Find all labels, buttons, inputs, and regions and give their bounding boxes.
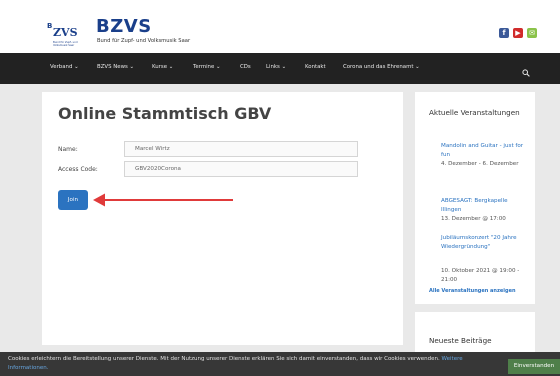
event-link-mandolin[interactable]: Mandolin and Guitar - just for fun: [441, 142, 529, 160]
event-link-bergkapelle[interactable]: ABGESAGT: Bergkapelle Illingen: [441, 197, 529, 215]
chevron-down-icon: ⌄: [168, 64, 174, 70]
cookie-banner: Cookies erleichtern die Bereitstellung u…: [0, 352, 560, 376]
chevron-down-icon: ⌄: [129, 64, 135, 70]
recent-posts-heading: Neueste Beiträge: [429, 336, 492, 345]
chevron-down-icon: ⌄: [281, 64, 287, 70]
all-events-link[interactable]: Alle Veranstaltungen anzeigen: [429, 288, 516, 294]
pointer-arrow-icon: [93, 193, 233, 207]
cookie-message: Cookies erleichtern die Bereitstellung u…: [8, 356, 463, 371]
event-link-jubilaeum[interactable]: Jubiläumskonzert "20 Jahre Wiedergründun…: [441, 234, 529, 252]
facebook-icon[interactable]: f: [499, 28, 509, 38]
nav-item-news[interactable]: BZVS News ⌄: [97, 64, 134, 70]
chevron-down-icon: ⌄: [74, 64, 79, 70]
chevron-down-icon: ⌄: [415, 64, 420, 70]
site-title[interactable]: BZVS: [96, 16, 152, 37]
chevron-down-icon: ⌄: [216, 64, 221, 70]
nav-item-kontakt[interactable]: Kontakt: [305, 64, 326, 70]
main-content-card: [42, 92, 403, 345]
nav-item-cds[interactable]: CDs: [240, 64, 251, 70]
page-title: Online Stammtisch GBV: [58, 104, 272, 123]
site-header: B ZVS Bund für Zupf- und Volksmusik Saar…: [0, 0, 560, 53]
logo-text: ZVS: [53, 26, 78, 39]
event-date-jubilaeum: 10. Oktober 2021 @ 19:00 - 21:00: [441, 268, 520, 283]
search-icon[interactable]: [522, 62, 530, 81]
name-label: Name:: [58, 146, 78, 153]
event-date-bergkapelle: 13. Dezember @ 17:00: [441, 216, 506, 222]
nav-item-corona[interactable]: Corona und das Ehrenamt ⌄: [343, 64, 420, 70]
join-button[interactable]: Join: [58, 190, 88, 210]
nav-item-kurse[interactable]: Kurse ⌄: [152, 64, 173, 70]
site-logo[interactable]: B ZVS Bund für Zupf- und Volksmusik Saar: [47, 22, 87, 52]
nav-item-verband[interactable]: Verband ⌄: [50, 64, 79, 70]
email-icon[interactable]: ✉: [527, 28, 537, 38]
name-field[interactable]: Marcel Wirtz: [124, 141, 358, 157]
site-subtitle: Bund für Zupf- und Volksmusik Saar: [97, 38, 191, 44]
access-code-field[interactable]: GBV2020Corona: [124, 161, 358, 177]
event-date-mandolin: 4. Dezember - 6. Dezember: [441, 161, 519, 167]
logo-tagline: Bund für Zupf- und Volksmusik Saar: [53, 41, 78, 48]
youtube-icon[interactable]: ▶: [513, 28, 523, 38]
cookie-accept-button[interactable]: Einverstanden: [508, 359, 560, 374]
nav-item-links[interactable]: Links ⌄: [266, 64, 286, 70]
logo-letter: B: [47, 22, 53, 30]
events-heading: Aktuelle Veranstaltungen: [429, 108, 520, 117]
nav-item-termine[interactable]: Termine ⌄: [193, 64, 221, 70]
access-code-label: Access Code:: [58, 166, 98, 173]
main-navigation: Verband ⌄ BZVS News ⌄ Kurse ⌄ Termine ⌄ …: [0, 53, 560, 84]
